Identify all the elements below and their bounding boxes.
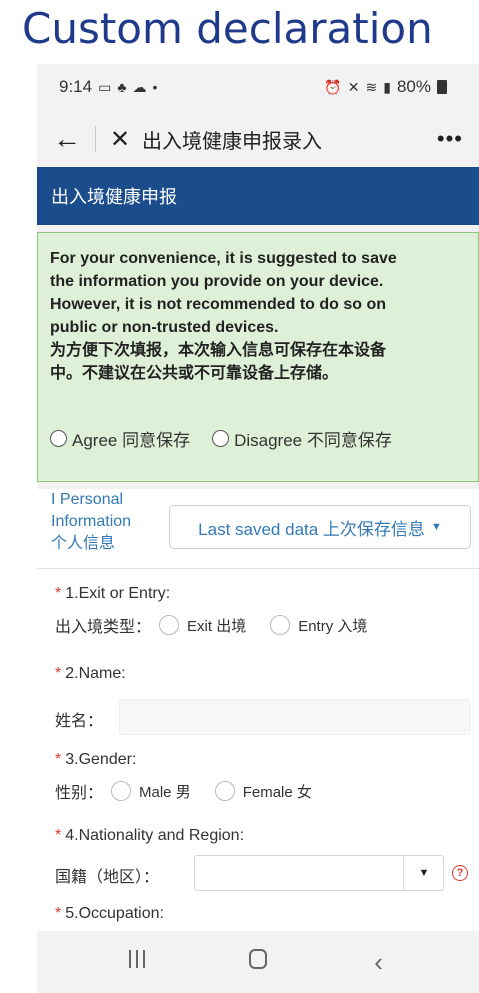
q4-label: * 4.Nationality and Region: (55, 827, 245, 844)
status-time: 9:14 (59, 77, 93, 96)
close-icon[interactable]: ✕ (110, 125, 142, 154)
male-radio[interactable]: Male 男 (111, 781, 191, 802)
notice-english: For your convenience, it is suggested to… (50, 250, 397, 336)
slide-title: Custom declaration (22, 4, 433, 53)
cloud-icon: ☁ (132, 78, 147, 95)
home-button[interactable] (228, 949, 288, 975)
signal-icon: ▮ (383, 78, 391, 95)
browser-nav-bar: ← ✕ 出入境健康申报录入 ••• (37, 110, 479, 168)
gallery-icon: ▭ (98, 78, 112, 95)
phone-screen: 9:14 ▭ ♣ ☁ • ⏰ ✕ ≋ ▮ 80% ← ✕ 出入境健康申报录入 •… (37, 64, 479, 993)
system-back-button[interactable]: ‹ (349, 947, 409, 978)
save-consent-options: Agree 同意保存 Disagree 不同意保存 (50, 426, 392, 451)
wifi-icon: ≋ (365, 78, 378, 95)
q1-label: * 1.Exit or Entry: (55, 585, 171, 602)
system-nav-bar: ‹ (37, 931, 479, 993)
personal-info-tab[interactable]: I Personal Information 个人信息 (51, 489, 171, 555)
mute-icon: ✕ (347, 78, 360, 95)
back-chevron-icon: ‹ (374, 946, 383, 977)
alarm-icon: ⏰ (324, 78, 342, 95)
notice-chinese: 为方便下次填报，本次输入信息可保存在本设备 中。不建议在公共或不可靠设备上存储。 (50, 342, 387, 382)
q3-row: 性别： Male 男 Female 女 (55, 779, 312, 803)
nav-divider (95, 126, 96, 152)
help-icon[interactable]: ? (452, 865, 468, 881)
last-saved-data-dropdown[interactable]: Last saved data 上次保存信息 ▼ (169, 505, 471, 549)
recent-apps-button[interactable] (107, 950, 167, 974)
select-caret-icon[interactable]: ▼ (403, 855, 444, 891)
q5-label: * 5.Occupation: (55, 905, 164, 922)
entry-radio-circle[interactable] (270, 615, 291, 635)
exit-radio[interactable]: Exit 出境 (159, 615, 246, 636)
back-arrow-icon[interactable]: ← (53, 123, 87, 155)
dot-icon: • (152, 79, 158, 95)
battery-percent: 80% (396, 77, 431, 96)
q4-row: 国籍（地区）： (55, 869, 160, 886)
exit-radio-circle[interactable] (159, 615, 180, 635)
agree-radio[interactable]: Agree 同意保存 (50, 426, 190, 451)
female-radio[interactable]: Female 女 (214, 781, 312, 802)
personal-info-bar: I Personal Information 个人信息 Last saved d… (37, 489, 479, 569)
disagree-radio[interactable]: Disagree 不同意保存 (212, 426, 392, 451)
name-input[interactable] (119, 699, 471, 735)
male-radio-circle[interactable] (111, 781, 132, 801)
q3-label: * 3.Gender: (55, 751, 137, 768)
entry-radio[interactable]: Entry 入境 (270, 615, 367, 636)
save-notice-panel: For your convenience, it is suggested to… (37, 232, 479, 482)
recent-apps-icon (129, 950, 146, 968)
agree-radio-circle[interactable] (50, 430, 67, 447)
app-notification-icon: ♣ (117, 79, 127, 95)
section-header: 出入境健康申报 (37, 167, 479, 225)
more-options-icon[interactable]: ••• (437, 126, 463, 152)
disagree-radio-circle[interactable] (212, 430, 230, 447)
declaration-form: * 1.Exit or Entry: 出入境类型： Exit 出境 Entry 入… (37, 569, 479, 931)
battery-icon (437, 80, 447, 94)
female-radio-circle[interactable] (214, 781, 235, 801)
caret-down-icon: ▼ (430, 521, 442, 533)
status-bar: 9:14 ▭ ♣ ☁ • ⏰ ✕ ≋ ▮ 80% (37, 64, 479, 110)
q2-row: 姓名： (55, 713, 104, 730)
q1-row: 出入境类型： Exit 出境 Entry 入境 (55, 613, 367, 637)
q2-label: * 2.Name: (55, 665, 126, 682)
page-title: 出入境健康申报录入 (142, 130, 322, 153)
home-icon (248, 949, 267, 969)
